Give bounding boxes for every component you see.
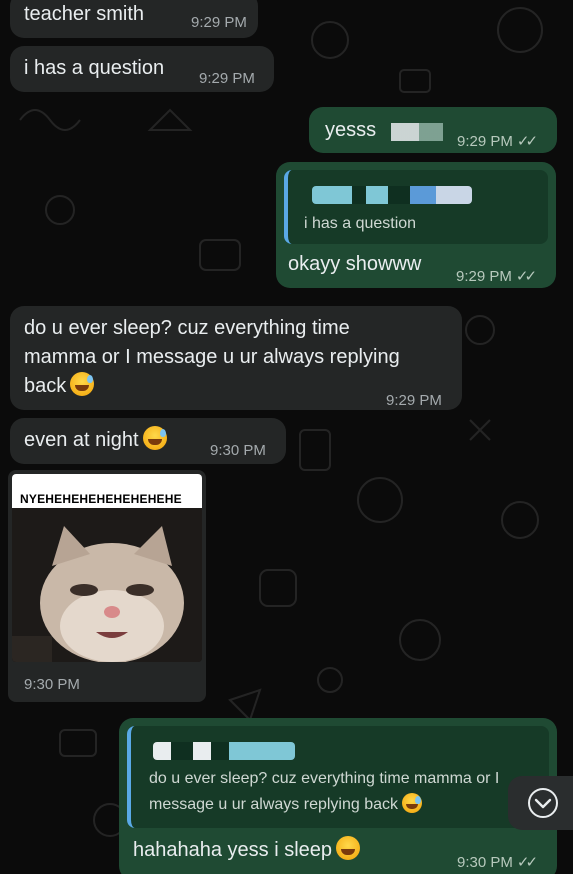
double-check-icon: ✓✓ (515, 268, 537, 285)
incoming-message[interactable]: even at night 9:30 PM (10, 418, 286, 464)
incoming-message[interactable]: teacher smith 9:29 PM (10, 0, 258, 38)
message-time: 9:29 PM (199, 70, 255, 87)
time-label: 9:29 PM (456, 268, 512, 285)
message-time: 9:30 PM ✓✓ (457, 848, 538, 874)
message-line: mamma or I message u ur always replying (24, 346, 400, 368)
quoted-text-line: do u ever sleep? cuz everything time mam… (149, 770, 500, 787)
message-text: teacher smith (24, 3, 145, 25)
double-check-icon: ✓✓ (516, 854, 538, 871)
incoming-message[interactable]: do u ever sleep? cuz everything time mam… (10, 306, 462, 410)
outgoing-message[interactable]: yesss 9:29 PM ✓✓ (309, 107, 557, 153)
message-text: even at night (24, 426, 167, 455)
laughing-emoji-icon (336, 836, 361, 860)
meme-image[interactable]: NYEHEHEHEHEHEHEHEHE (12, 474, 202, 662)
redacted-sender (312, 186, 472, 204)
incoming-message[interactable]: i has a question 9:29 PM (10, 46, 274, 92)
message-text: okayy showww (288, 253, 422, 275)
time-label: 9:30 PM (457, 854, 513, 871)
grinning-sweat-emoji-icon (402, 793, 423, 813)
message-time: 9:29 PM (386, 392, 442, 409)
message-time: 9:30 PM (210, 442, 266, 459)
quoted-text: i has a question (304, 215, 417, 232)
message-text: yesss (325, 119, 377, 141)
scroll-to-bottom-button[interactable] (508, 776, 573, 830)
time-label: 9:29 PM (457, 133, 513, 150)
outgoing-reply-message[interactable]: do u ever sleep? cuz everything time mam… (119, 718, 557, 874)
message-text: i has a question (24, 57, 165, 79)
cat-photo (12, 508, 202, 662)
quoted-message[interactable]: i has a question (284, 170, 548, 244)
message-time: 9:30 PM (24, 676, 80, 693)
chevron-down-icon (528, 788, 558, 818)
quoted-message[interactable]: do u ever sleep? cuz everything time mam… (127, 726, 549, 828)
quoted-text-line: message u ur always replying back (149, 792, 423, 818)
message-line: do u ever sleep? cuz everything time (24, 317, 350, 339)
grinning-sweat-emoji-icon (70, 372, 95, 396)
message-time: 9:29 PM (191, 14, 247, 31)
double-check-icon: ✓✓ (516, 133, 538, 150)
message-text: hahahaha yess i sleep (133, 836, 361, 865)
incoming-image-message[interactable]: NYEHEHEHEHEHEHEHEHE 9:30 PM (8, 470, 206, 702)
message-time: 9:29 PM ✓✓ (456, 262, 537, 291)
redacted-sender (153, 742, 295, 760)
message-time: 9:29 PM ✓✓ (457, 127, 538, 156)
outgoing-reply-message[interactable]: i has a question okayy showww 9:29 PM ✓✓ (276, 162, 556, 288)
redacted-text (391, 123, 443, 141)
grinning-sweat-emoji-icon (142, 426, 167, 450)
